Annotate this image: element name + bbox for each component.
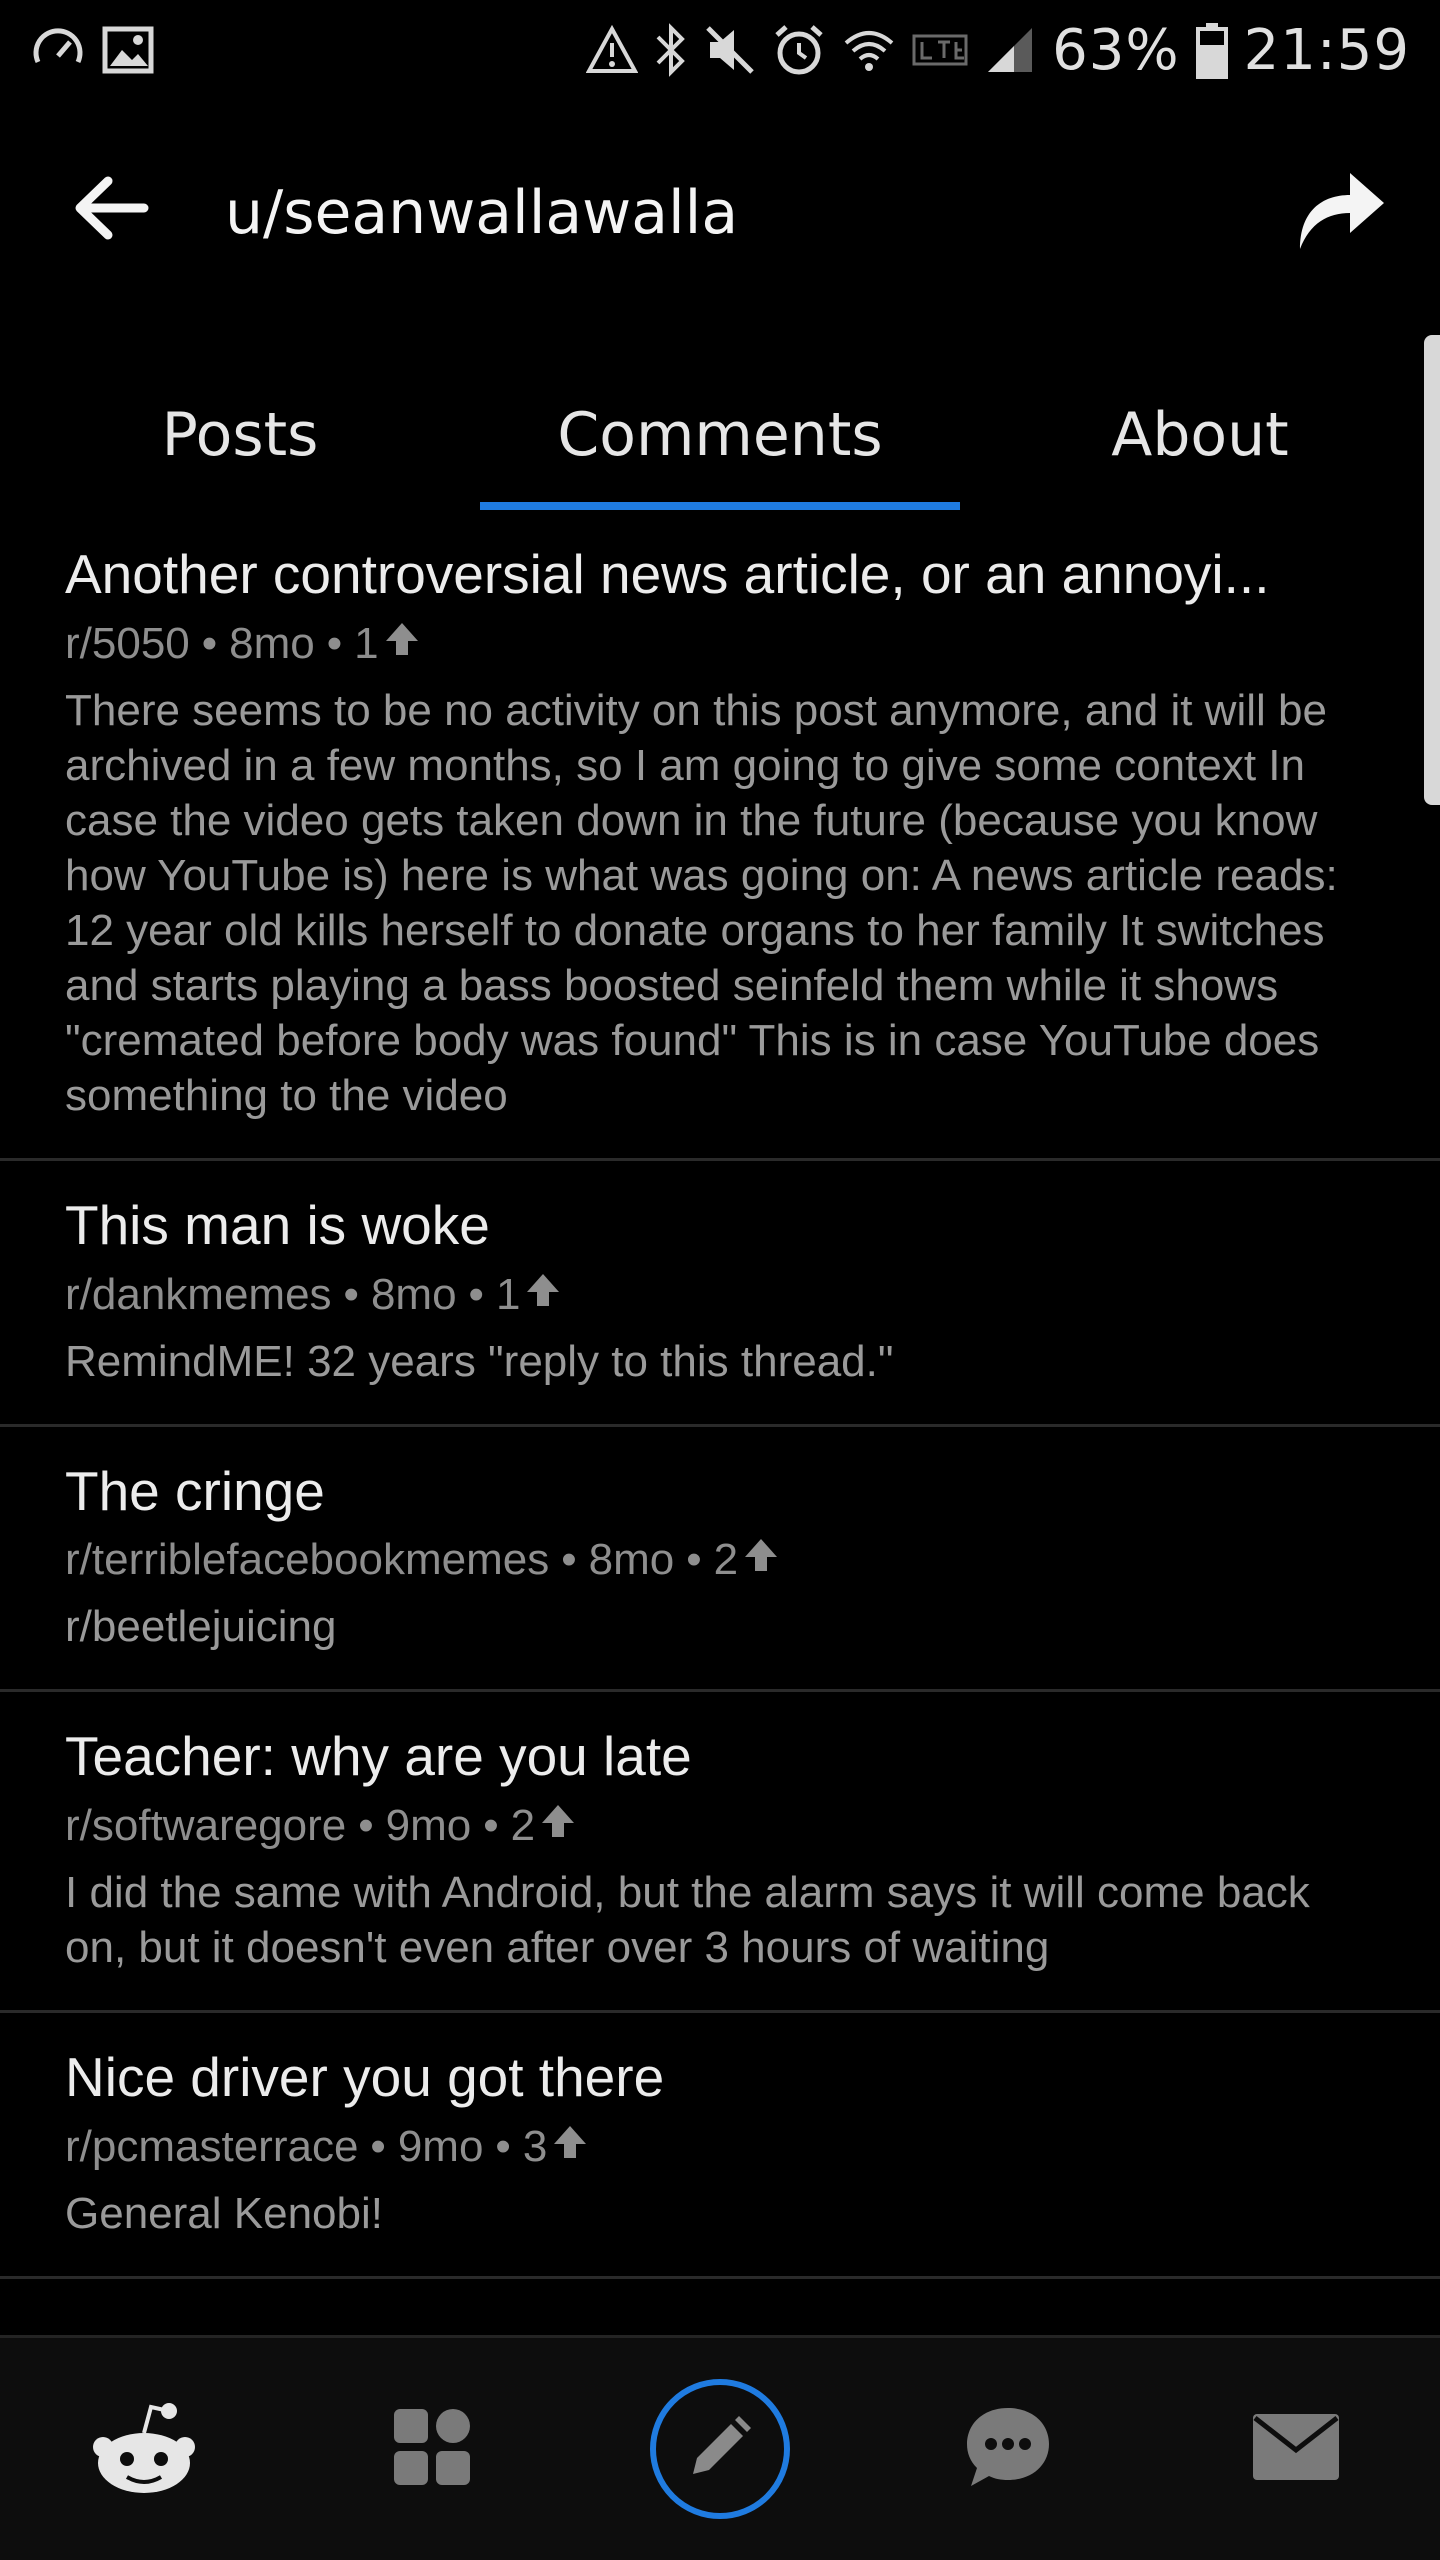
comment-age: 8mo bbox=[229, 618, 315, 668]
comment-post-title: Teacher: why are you late bbox=[65, 1725, 692, 1788]
comment-age: 9mo bbox=[385, 1801, 472, 1850]
comment-body: General Kenobi! bbox=[65, 2188, 383, 2238]
lte-icon bbox=[912, 30, 968, 70]
comment-body: There seems to be no activity on this po… bbox=[65, 685, 1338, 1120]
comment-item[interactable]: Another controversial news article, or a… bbox=[0, 510, 1440, 1161]
warning-icon bbox=[586, 25, 639, 75]
comment-item[interactable]: Teacher: why are you late r/softwaregore… bbox=[0, 1692, 1440, 2013]
comment-meta: r/dankmemes • 8mo • 1 bbox=[65, 1270, 1375, 1320]
battery-icon bbox=[1195, 21, 1228, 79]
snoo-home-icon bbox=[89, 2397, 199, 2501]
upvote-icon bbox=[539, 1801, 577, 1851]
comment-meta: r/terriblefacebookmemes • 8mo • 2 bbox=[65, 1535, 1375, 1585]
mute-icon bbox=[704, 24, 756, 76]
nav-home[interactable] bbox=[69, 2374, 219, 2524]
share-button[interactable] bbox=[1280, 150, 1400, 270]
page-title: u/seanwallawalla bbox=[225, 178, 739, 248]
status-right: 63% 21:59 bbox=[586, 18, 1410, 83]
meta-separator: • bbox=[343, 1269, 359, 1319]
comment-meta: r/softwaregore • 9mo • 2 bbox=[65, 1801, 1375, 1851]
communities-grid-icon bbox=[392, 2407, 472, 2491]
back-button[interactable] bbox=[60, 160, 160, 260]
subreddit-link[interactable]: r/pcmasterrace bbox=[65, 2122, 358, 2172]
comment-meta: r/5050 • 8mo • 1 bbox=[65, 619, 1375, 669]
back-arrow-icon bbox=[70, 173, 150, 247]
status-left bbox=[30, 22, 154, 78]
upvote-icon bbox=[524, 1270, 562, 1320]
image-icon bbox=[102, 24, 154, 76]
comment-item[interactable]: This man is woke r/dankmemes • 8mo • 1 R… bbox=[0, 1161, 1440, 1427]
meta-separator: • bbox=[370, 2121, 386, 2171]
meta-separator: • bbox=[326, 618, 343, 668]
nav-communities[interactable] bbox=[357, 2374, 507, 2524]
meta-separator: • bbox=[561, 1535, 577, 1585]
comment-score: 1 bbox=[495, 1269, 521, 1319]
meta-separator: • bbox=[201, 618, 218, 668]
tab-comments[interactable]: Comments bbox=[480, 360, 960, 510]
subreddit-link[interactable]: r/5050 bbox=[65, 619, 190, 669]
comment-score: 2 bbox=[510, 1801, 536, 1850]
comment-item[interactable]: The cringe r/terriblefacebookmemes • 8mo… bbox=[0, 1427, 1440, 1693]
share-icon bbox=[1292, 163, 1388, 257]
meta-separator: • bbox=[468, 1269, 484, 1319]
speedometer-icon bbox=[30, 22, 86, 78]
mail-icon bbox=[1251, 2412, 1341, 2486]
comment-score: 2 bbox=[713, 1535, 739, 1585]
comment-age: 9mo bbox=[397, 2121, 484, 2171]
nav-compose[interactable] bbox=[645, 2374, 795, 2524]
nav-chat[interactable] bbox=[933, 2374, 1083, 2524]
comment-score: 1 bbox=[354, 618, 379, 668]
compose-pencil-icon bbox=[685, 2412, 755, 2486]
status-bar: 63% 21:59 bbox=[0, 0, 1440, 100]
comments-feed: Another controversial news article, or a… bbox=[0, 510, 1440, 2279]
upvote-icon bbox=[551, 2122, 589, 2172]
comment-age: 8mo bbox=[588, 1535, 675, 1585]
subreddit-link[interactable]: r/terriblefacebookmemes bbox=[65, 1535, 549, 1585]
alarm-icon bbox=[772, 23, 826, 77]
meta-separator: • bbox=[358, 1801, 374, 1850]
comment-post-title: Nice driver you got there bbox=[65, 2046, 665, 2108]
tab-posts[interactable]: Posts bbox=[0, 360, 480, 510]
comment-body: I did the same with Android, but the ala… bbox=[65, 1868, 1310, 1972]
comment-meta: r/pcmasterrace • 9mo • 3 bbox=[65, 2122, 1375, 2172]
comment-score: 3 bbox=[522, 2121, 548, 2171]
chat-bubble-icon bbox=[963, 2404, 1053, 2494]
meta-separator: • bbox=[686, 1535, 702, 1585]
compose-button[interactable] bbox=[650, 2379, 790, 2519]
meta-separator: • bbox=[495, 2121, 511, 2171]
nav-inbox[interactable] bbox=[1221, 2374, 1371, 2524]
clock: 21:59 bbox=[1243, 17, 1410, 83]
subreddit-link[interactable]: r/dankmemes bbox=[65, 1270, 332, 1320]
comment-age: 8mo bbox=[370, 1269, 457, 1319]
bluetooth-icon bbox=[654, 23, 688, 77]
comment-item[interactable]: Nice driver you got there r/pcmasterrace… bbox=[0, 2013, 1440, 2279]
comment-post-title: This man is woke bbox=[65, 1193, 490, 1256]
battery-percent: 63% bbox=[1052, 17, 1180, 83]
signal-icon bbox=[984, 24, 1036, 76]
upvote-icon bbox=[383, 619, 421, 669]
upvote-icon bbox=[742, 1535, 780, 1585]
subreddit-link[interactable]: r/softwaregore bbox=[65, 1801, 346, 1851]
meta-separator: • bbox=[483, 1801, 499, 1850]
comment-post-title: Another controversial news article, or a… bbox=[65, 543, 1270, 605]
wifi-icon bbox=[842, 25, 896, 75]
tab-about[interactable]: About bbox=[960, 360, 1440, 510]
comment-body: r/beetlejuicing bbox=[65, 1602, 337, 1652]
comment-body: RemindME! 32 years "reply to this thread… bbox=[65, 1336, 894, 1386]
bottom-nav bbox=[0, 2335, 1440, 2560]
profile-tabs: Posts Comments About bbox=[0, 360, 1440, 510]
app-bar: u/seanwallawalla bbox=[0, 120, 1440, 300]
comment-post-title: The cringe bbox=[65, 1459, 325, 1522]
